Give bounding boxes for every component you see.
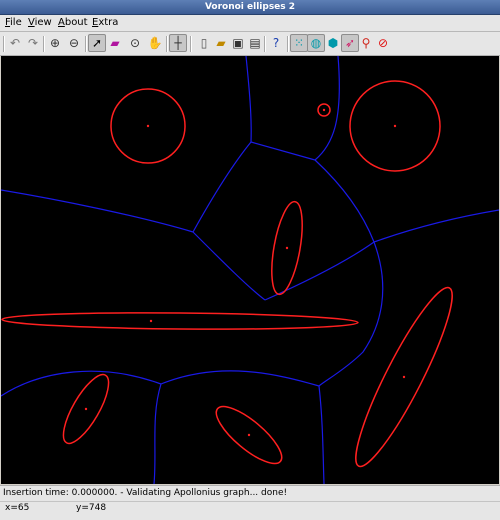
points-layer-icon: ⁙ — [293, 36, 305, 50]
new-file-button[interactable]: ▯ — [195, 34, 213, 52]
voronoi-edge — [250, 141, 316, 161]
new-file-icon: ▯ — [200, 36, 208, 50]
voronoi-edge — [318, 385, 325, 484]
status-bar: Insertion time: 0.000000. - Validating A… — [0, 485, 500, 520]
center-point — [393, 124, 397, 128]
pan-hand-icon: ✋ — [147, 36, 163, 50]
drawing-canvas[interactable] — [1, 56, 499, 484]
voronoi-edge — [153, 383, 162, 484]
voronoi-edge — [160, 370, 320, 387]
voronoi-drawing — [1, 56, 499, 484]
zoom-out-icon: ⊖ — [68, 36, 80, 50]
menu-view[interactable]: View — [25, 15, 55, 31]
clear-button[interactable]: ⊘ — [374, 34, 392, 52]
zoom-reset-button[interactable]: ⚲ — [357, 34, 375, 52]
print-icon: ▤ — [249, 36, 261, 50]
points-layer-toggle[interactable]: ⁙ — [290, 34, 308, 52]
toolbar-separator — [287, 36, 289, 52]
ellipse-centers — [84, 108, 406, 437]
voronoi-edge — [264, 241, 375, 301]
menu-extra[interactable]: Extra — [89, 15, 121, 31]
voronoi-layer-toggle[interactable]: ⬢ — [324, 34, 342, 52]
insert-point-button[interactable]: ┼ — [169, 34, 187, 52]
undo-icon: ↶ — [9, 36, 21, 50]
voronoi-edge — [192, 231, 266, 301]
redo-icon: ↷ — [27, 36, 39, 50]
delaunay-layer-icon: ➶ — [344, 36, 356, 50]
toolbar: ↶ ↷ ⊕ ⊖ ➚ ▰ ⊙ ✋ ┼ ▯ ▰ ▣ ▤ ? ⁙ ◍ ⬢ ➶ ⚲ ⊘ — [0, 32, 500, 56]
eraser-icon: ▰ — [110, 36, 120, 50]
insert-point-icon: ┼ — [174, 36, 182, 50]
save-disk-icon: ▣ — [232, 36, 244, 50]
center-point — [247, 433, 251, 437]
ellipses-layer-icon: ◍ — [310, 36, 322, 50]
window-title: Voronoi ellipses 2 — [204, 2, 296, 12]
select-tool-button[interactable]: ➚ — [88, 34, 106, 52]
center-point — [402, 375, 406, 379]
voronoi-edge — [373, 209, 499, 243]
ellipse-site — [1, 312, 359, 330]
cursor-x-readout: x=65 — [5, 503, 30, 513]
print-button[interactable]: ▤ — [246, 34, 264, 52]
toolbar-separator — [43, 36, 45, 52]
center-point — [149, 319, 153, 323]
open-file-button[interactable]: ▰ — [212, 34, 230, 52]
voronoi-edge — [245, 56, 252, 143]
voronoi-edge — [318, 241, 384, 387]
select-pointer-icon: ➚ — [91, 36, 103, 50]
toolbar-separator — [190, 36, 192, 52]
target-tool-button[interactable]: ⊙ — [126, 34, 144, 52]
voronoi-edge — [192, 141, 252, 233]
whats-this-help-button[interactable]: ? — [267, 34, 285, 52]
center-point — [322, 108, 326, 112]
menu-about[interactable]: About — [55, 15, 91, 31]
zoom-in-button[interactable]: ⊕ — [46, 34, 64, 52]
pan-tool-button[interactable]: ✋ — [146, 34, 164, 52]
zoom-reset-icon: ⚲ — [361, 36, 371, 50]
menu-file[interactable]: File — [2, 15, 25, 31]
window-titlebar: Voronoi ellipses 2 — [0, 0, 500, 15]
voronoi-layer-icon: ⬢ — [327, 36, 339, 50]
status-divider — [0, 501, 500, 502]
menu-bar: File View About Extra — [0, 15, 500, 32]
voronoi-edge — [314, 159, 375, 243]
center-point — [84, 407, 88, 411]
undo-button[interactable]: ↶ — [6, 34, 24, 52]
toolbar-separator — [264, 36, 266, 52]
redo-button[interactable]: ↷ — [24, 34, 42, 52]
toolbar-separator — [3, 36, 5, 52]
zoom-in-icon: ⊕ — [49, 36, 61, 50]
help-icon: ? — [272, 36, 280, 50]
cursor-y-readout: y=748 — [76, 503, 107, 513]
status-message: Insertion time: 0.000000. - Validating A… — [3, 488, 288, 498]
center-point — [146, 124, 150, 128]
ellipses-layer-toggle[interactable]: ◍ — [307, 34, 325, 52]
eraser-tool-button[interactable]: ▰ — [106, 34, 124, 52]
toolbar-separator — [85, 36, 87, 52]
clear-icon: ⊘ — [377, 36, 389, 50]
save-file-button[interactable]: ▣ — [229, 34, 247, 52]
voronoi-edge — [1, 189, 194, 233]
voronoi-edges — [1, 56, 499, 484]
toolbar-separator — [166, 36, 168, 52]
open-folder-icon: ▰ — [216, 36, 226, 50]
ellipses-layer — [1, 80, 453, 468]
crosshair-target-icon: ⊙ — [129, 36, 141, 50]
zoom-out-button[interactable]: ⊖ — [65, 34, 83, 52]
center-point — [285, 246, 289, 250]
